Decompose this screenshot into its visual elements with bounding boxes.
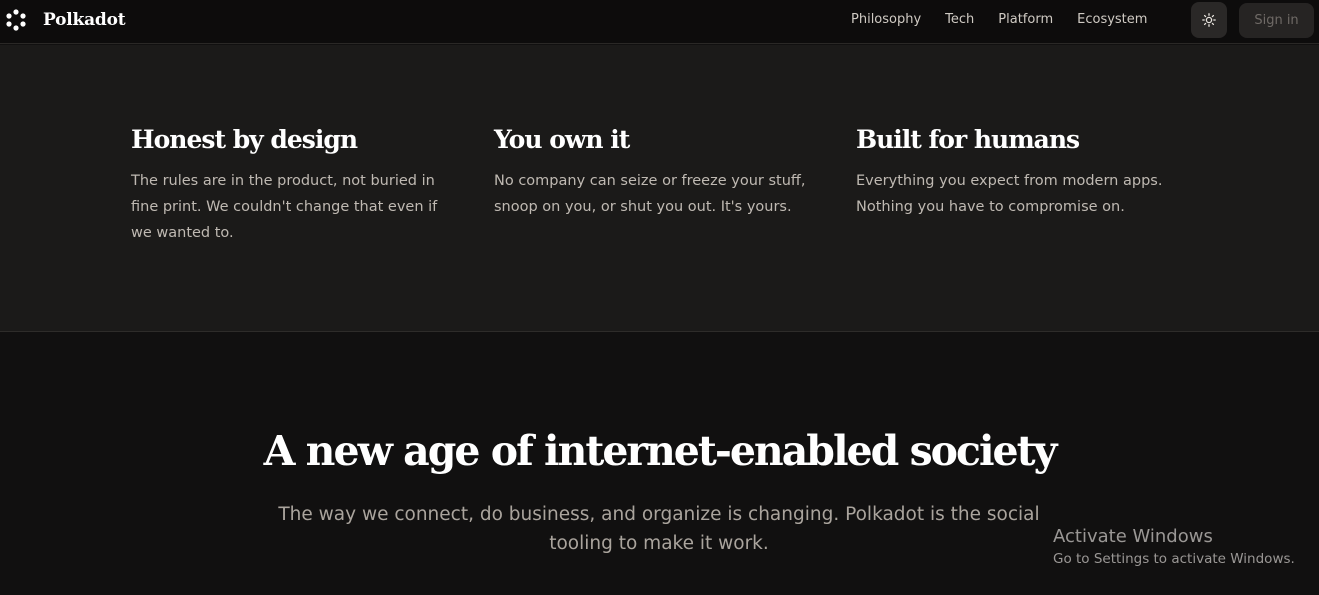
activate-windows-watermark: Activate Windows Go to Settings to activ… [1053, 526, 1295, 567]
feature-title: Honest by design [131, 125, 358, 154]
brand-logo[interactable]: Polkadot [5, 9, 126, 31]
feature-honest: Honest by design The rules are in the pr… [131, 125, 451, 246]
sun-icon [1202, 13, 1216, 27]
nav-link-tech[interactable]: Tech [945, 12, 974, 27]
feature-text: No company can seize or freeze your stuf… [494, 173, 806, 215]
hero-title: A new age of internet-enabled society [263, 427, 1058, 475]
theme-toggle-button[interactable] [1191, 2, 1227, 38]
feature-title: Built for humans [856, 125, 1080, 154]
nav-links: Philosophy Tech Platform Ecosystem [851, 12, 1147, 27]
features-section: Honest by design The rules are in the pr… [0, 45, 1319, 332]
nav-link-platform[interactable]: Platform [998, 12, 1053, 27]
feature-title: You own it [494, 125, 630, 154]
top-navbar: Polkadot Philosophy Tech Platform Ecosys… [0, 0, 1319, 44]
feature-own: You own it No company can seize or freez… [494, 125, 824, 220]
hero-subtitle: The way we connect, do business, and org… [278, 504, 1040, 554]
feature-humans: Built for humans Everything you expect f… [856, 125, 1186, 220]
brand-name: Polkadot [43, 10, 126, 30]
polkadot-logo-icon [6, 9, 26, 31]
feature-text: Everything you expect from modern apps. … [856, 173, 1163, 215]
nav-link-ecosystem[interactable]: Ecosystem [1077, 12, 1147, 27]
sign-in-button[interactable]: Sign in [1239, 3, 1314, 38]
nav-link-philosophy[interactable]: Philosophy [851, 12, 921, 27]
watermark-title: Activate Windows [1053, 526, 1213, 547]
watermark-subtitle: Go to Settings to activate Windows. [1053, 551, 1295, 567]
feature-text: The rules are in the product, not buried… [131, 173, 438, 241]
